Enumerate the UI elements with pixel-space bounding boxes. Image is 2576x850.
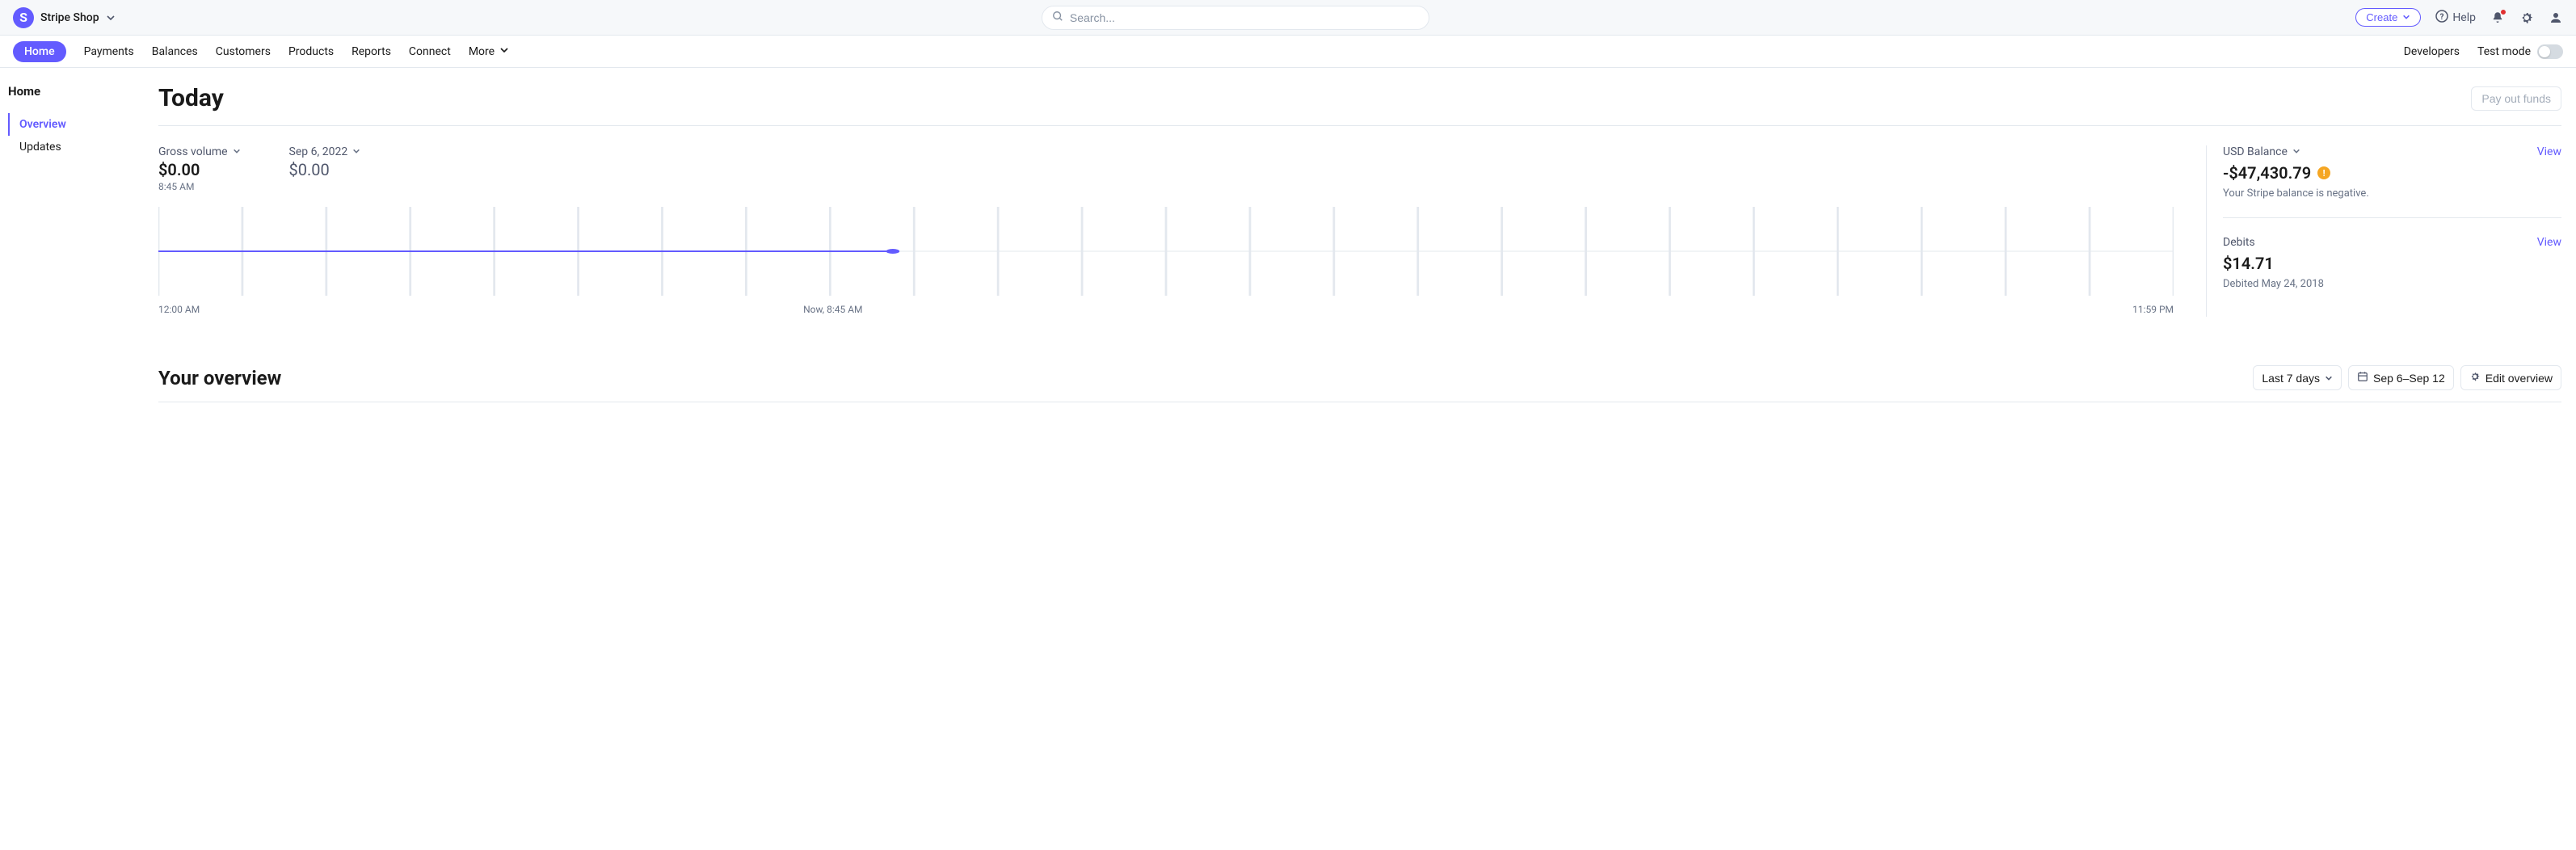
profile-button[interactable] [2549, 11, 2563, 25]
gross-volume-time: 8:45 AM [158, 181, 241, 192]
sidebar-item-updates[interactable]: Updates [8, 136, 152, 158]
edit-overview-label: Edit overview [2486, 372, 2553, 385]
warning-icon: ! [2317, 166, 2330, 179]
nav-more[interactable]: More [469, 45, 509, 58]
usd-balance-note: Your Stripe balance is negative. [2223, 187, 2561, 200]
compare-value: $0.00 [289, 160, 361, 179]
gear-icon [2469, 371, 2481, 385]
help-icon: ? [2435, 10, 2448, 26]
settings-button[interactable] [2519, 11, 2534, 25]
notification-dot-icon [2500, 9, 2507, 15]
range-label: Last 7 days [2262, 372, 2320, 385]
chevron-down-icon [352, 145, 360, 158]
usd-balance-selector[interactable]: USD Balance [2223, 145, 2300, 158]
nav-home[interactable]: Home [13, 41, 66, 62]
search-input-wrap[interactable] [1042, 6, 1429, 30]
stripe-logo-icon: S [13, 7, 34, 28]
debits-value: $14.71 [2223, 254, 2274, 273]
sidebar-item-overview[interactable]: Overview [8, 113, 152, 136]
date-range-label: Sep 6–Sep 12 [2373, 372, 2445, 385]
payout-button[interactable]: Pay out funds [2471, 86, 2561, 111]
nav-developers[interactable]: Developers [2404, 45, 2460, 58]
help-link[interactable]: ? Help [2435, 10, 2476, 26]
create-button[interactable]: Create [2355, 8, 2421, 27]
chart-now-label: Now, 8:45 AM [803, 304, 862, 315]
view-balance-link[interactable]: View [2537, 145, 2561, 158]
chevron-down-icon [2402, 11, 2410, 23]
toggle-knob-icon [2539, 46, 2550, 57]
view-debits-link[interactable]: View [2537, 236, 2561, 249]
nav-reports[interactable]: Reports [351, 45, 391, 58]
range-selector[interactable]: Last 7 days [2253, 365, 2342, 390]
debits-note: Debited May 24, 2018 [2223, 278, 2561, 290]
svg-text:?: ? [2440, 13, 2444, 22]
debits-label: Debits [2223, 236, 2255, 249]
calendar-icon [2357, 371, 2368, 385]
chevron-down-icon [499, 45, 509, 58]
gross-volume-label: Gross volume [158, 145, 228, 158]
chevron-down-icon [233, 145, 241, 158]
chevron-down-icon [106, 13, 116, 23]
nav-products[interactable]: Products [288, 45, 334, 58]
compare-date-selector[interactable]: Sep 6, 2022 [289, 145, 361, 158]
nav-balances[interactable]: Balances [152, 45, 198, 58]
nav-customers[interactable]: Customers [216, 45, 271, 58]
account-switcher[interactable]: S Stripe Shop [13, 7, 116, 28]
chart-end-label: 11:59 PM [2132, 304, 2174, 315]
compare-date-label: Sep 6, 2022 [289, 145, 348, 158]
overview-title: Your overview [158, 367, 281, 389]
shop-name: Stripe Shop [40, 11, 99, 24]
edit-overview-button[interactable]: Edit overview [2460, 365, 2561, 390]
search-input[interactable] [1070, 11, 1419, 24]
user-icon [2549, 11, 2563, 25]
gross-volume-value: $0.00 [158, 160, 241, 179]
help-label: Help [2452, 11, 2476, 24]
test-mode-toggle[interactable] [2537, 44, 2563, 59]
test-mode-label: Test mode [2477, 45, 2531, 58]
create-label: Create [2366, 11, 2397, 23]
nav-connect[interactable]: Connect [409, 45, 451, 58]
gross-volume-selector[interactable]: Gross volume [158, 145, 241, 158]
gross-volume-chart: 12:00 AM Now, 8:45 AM 11:59 PM [158, 207, 2174, 317]
page-title: Today [158, 84, 224, 112]
notifications-button[interactable] [2490, 11, 2505, 25]
chart-start-label: 12:00 AM [158, 304, 200, 315]
usd-balance-label: USD Balance [2223, 145, 2288, 158]
gear-icon [2519, 11, 2534, 25]
divider [2223, 217, 2561, 218]
sidebar-title: Home [8, 84, 152, 99]
chevron-down-icon [2325, 372, 2333, 385]
chevron-down-icon [2292, 145, 2300, 158]
date-range-selector[interactable]: Sep 6–Sep 12 [2348, 365, 2454, 390]
nav-payments[interactable]: Payments [84, 45, 134, 58]
search-icon [1052, 11, 1063, 25]
nav-more-label: More [469, 45, 495, 58]
usd-balance-value: -$47,430.79 [2223, 163, 2311, 183]
